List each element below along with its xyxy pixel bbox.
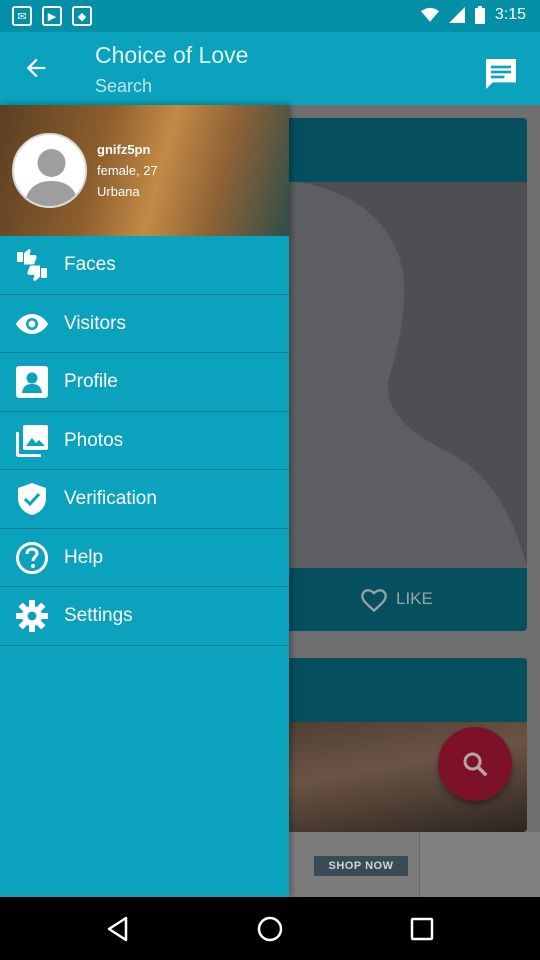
menu-item-label: Photos — [64, 429, 124, 451]
wifi-icon — [420, 7, 439, 22]
menu-item-help[interactable]: Help — [0, 529, 289, 587]
page-title: Choice of Love — [95, 42, 249, 68]
menu-item-label: Faces — [64, 254, 116, 275]
default-avatar-icon — [24, 149, 79, 206]
chat-icon[interactable] — [480, 54, 522, 94]
help-circle-icon — [15, 541, 49, 575]
eye-icon — [15, 307, 49, 341]
back-triangle-icon[interactable] — [104, 915, 132, 943]
menu-item-label: Profile — [64, 371, 118, 392]
drawer-menu: Faces Visitors Profile Photos Verificati… — [0, 236, 289, 646]
signal-icon — [448, 7, 465, 23]
like-button[interactable]: LIKE — [360, 586, 433, 612]
menu-item-faces[interactable]: Faces — [0, 236, 289, 295]
contact-card-icon — [15, 365, 49, 399]
notification-icon: ◆ — [72, 6, 92, 26]
gender-age: female, 27 — [97, 163, 158, 178]
menu-item-photos[interactable]: Photos — [0, 412, 289, 470]
city: Urbana — [97, 184, 140, 199]
avatar[interactable] — [12, 133, 87, 208]
app-bar: Choice of Love Search — [0, 32, 540, 105]
like-label: LIKE — [396, 589, 433, 608]
home-circle-icon[interactable] — [256, 915, 284, 943]
menu-item-label: Help — [64, 546, 104, 568]
system-nav-bar — [0, 897, 540, 960]
recents-square-icon[interactable] — [408, 915, 436, 943]
photo-library-icon — [15, 424, 49, 458]
navigation-drawer: gnifz5pn female, 27 Urbana Faces Visitor… — [0, 105, 289, 897]
drawer-profile-header[interactable]: gnifz5pn female, 27 Urbana — [0, 105, 289, 236]
menu-item-settings[interactable]: Settings — [0, 587, 289, 646]
menu-item-label: Verification — [64, 488, 157, 509]
menu-item-label: Visitors — [64, 312, 126, 334]
gear-icon — [15, 599, 49, 633]
notification-icon: ▶ — [42, 6, 62, 26]
search-icon — [463, 752, 488, 777]
shop-now-button[interactable]: SHOP NOW — [314, 856, 408, 876]
clock: 3:15 — [494, 6, 526, 23]
thumbs-up-down-icon — [15, 248, 49, 282]
status-bar: ✉ ▶ ◆ 3:15 — [0, 0, 540, 32]
search-fab[interactable] — [438, 727, 512, 801]
menu-item-verification[interactable]: Verification — [0, 470, 289, 529]
username: gnifz5pn — [97, 142, 151, 157]
back-arrow-icon[interactable] — [22, 54, 50, 82]
verified-shield-icon — [15, 482, 49, 516]
heart-outline-icon — [361, 589, 387, 612]
menu-item-profile[interactable]: Profile — [0, 353, 289, 412]
notification-icon: ✉ — [12, 6, 32, 26]
battery-icon — [474, 6, 485, 24]
page-subtitle: Search — [95, 76, 153, 96]
menu-item-label: Settings — [64, 605, 133, 626]
menu-item-visitors[interactable]: Visitors — [0, 295, 289, 353]
